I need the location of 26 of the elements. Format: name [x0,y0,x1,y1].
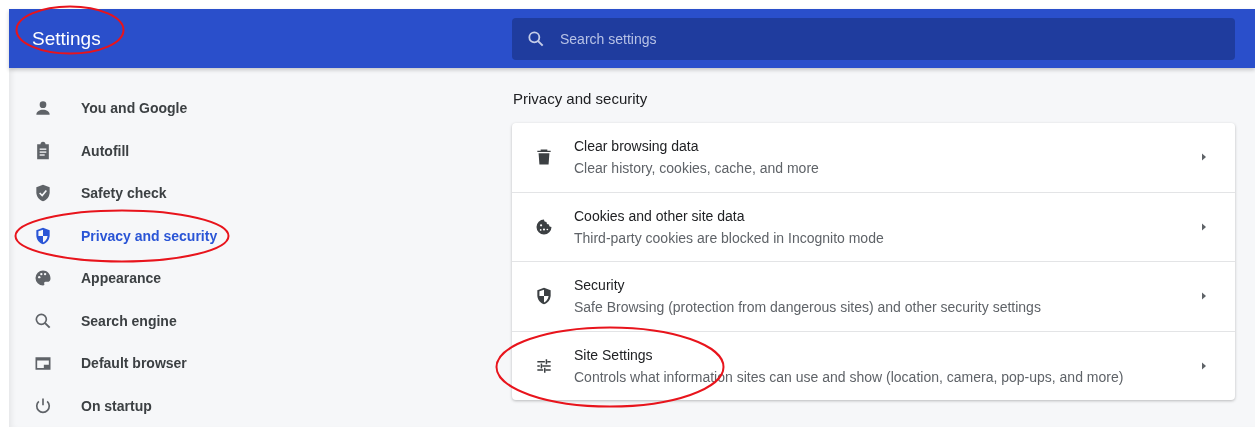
row-subtitle: Safe Browsing (protection from dangerous sites) and other security settings [574,299,1042,316]
sidebar-item[interactable]: Appearance [9,257,512,300]
search-field[interactable]: Search settings [512,17,1235,60]
sidebar-item[interactable]: Default browser [9,342,512,385]
row-subtitle: Clear history, cookies, cache, and more [574,160,820,177]
shield-check-icon [33,183,53,204]
sidebar-item[interactable]: You and Google [9,87,512,130]
sidebar-item[interactable]: Search engine [9,299,512,342]
row-title: Cookies and other site data [574,207,746,224]
section-title: Privacy and security [513,90,649,107]
row-title: Clear browsing data [574,138,700,155]
row-subtitle: Third-party cookies are blocked in Incognito mode [574,229,885,246]
sidebar-item[interactable]: Safety check [9,172,512,215]
sidebar-item[interactable]: On startup [9,384,512,427]
sidebar-item[interactable]: Autofill [9,129,512,172]
settings-row[interactable]: Clear browsing data Clear history, cookies, cache, and more [512,123,1235,192]
row-title: Site Settings [574,346,654,363]
search-icon [526,28,546,49]
shield-icon [33,225,53,246]
settings-row[interactable]: Security Safe Browsing (protection from dangerous sites) and other security settings [512,262,1235,331]
trash-icon [534,147,554,168]
settings-row[interactable]: Cookies and other site data Third-party cookies are blocked in Incognito mode [512,192,1235,261]
row-title: Security [574,277,626,294]
shield-icon [534,286,554,307]
app-title: Settings [32,27,101,49]
sidebar-item[interactable]: Privacy and security [9,214,512,257]
